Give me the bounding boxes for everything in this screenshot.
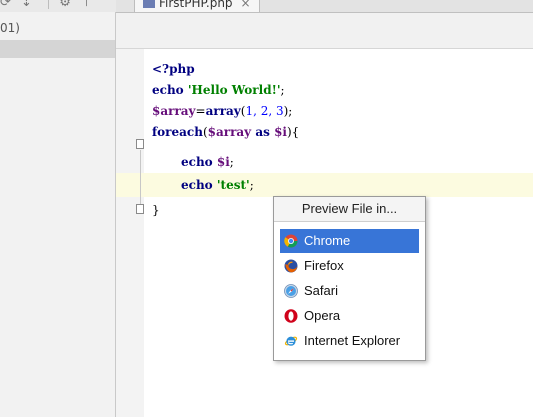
- gear-icon[interactable]: ⚙: [59, 0, 71, 10]
- opera-icon: [284, 309, 298, 323]
- browser-label: Safari: [304, 283, 338, 298]
- code-line-3: $array=array(1, 2, 3);: [152, 104, 293, 118]
- browser-item-internet-explorer[interactable]: Internet Explorer: [280, 329, 419, 353]
- fold-guide: [140, 150, 141, 205]
- browser-item-firefox[interactable]: Firefox: [280, 254, 419, 278]
- chrome-icon: [284, 234, 298, 248]
- code-line-6: echo 'test';: [181, 178, 254, 192]
- pin-icon[interactable]: ⊤: [81, 0, 92, 10]
- php-file-icon: [143, 0, 155, 8]
- sync-icon[interactable]: ⟳: [0, 0, 11, 10]
- project-tree-selected-row[interactable]: [0, 40, 115, 58]
- code-line-5: echo $i;: [181, 155, 234, 169]
- editor-tab-bar: FirstPHP.php ×: [116, 0, 533, 13]
- collapse-icon[interactable]: ⇣: [21, 0, 32, 10]
- close-icon[interactable]: ×: [241, 0, 251, 10]
- popup-title: Preview File in...: [274, 197, 425, 222]
- browser-item-safari[interactable]: Safari: [280, 279, 419, 303]
- editor-header: [116, 13, 533, 49]
- code-line-7: }: [152, 203, 160, 217]
- tab-firstphp[interactable]: FirstPHP.php ×: [134, 0, 260, 12]
- preview-file-popup: Preview File in... Chrome Firefox Safari: [273, 196, 426, 361]
- code-line-1: <?php: [152, 62, 195, 76]
- browser-label: Opera: [304, 308, 341, 323]
- toolbar-divider: [48, 0, 50, 9]
- firefox-icon: [284, 259, 298, 273]
- browser-label: Firefox: [304, 258, 344, 273]
- tab-label: FirstPHP.php: [159, 0, 233, 10]
- browser-item-opera[interactable]: Opera: [280, 304, 419, 328]
- fold-close-icon[interactable]: [136, 204, 144, 214]
- project-tree-row[interactable]: 01): [0, 20, 115, 36]
- browser-item-chrome[interactable]: Chrome: [280, 229, 419, 253]
- code-line-4: foreach($array as $i){: [152, 125, 300, 139]
- code-line-2: echo 'Hello World!';: [152, 83, 285, 97]
- internet-explorer-icon: [284, 336, 298, 346]
- browser-label: Internet Explorer: [304, 333, 401, 348]
- browser-label: Chrome: [304, 233, 351, 248]
- safari-icon: [284, 284, 298, 298]
- project-panel: 01): [0, 12, 116, 417]
- fold-open-icon[interactable]: [136, 139, 144, 149]
- editor-gutter[interactable]: [116, 49, 144, 417]
